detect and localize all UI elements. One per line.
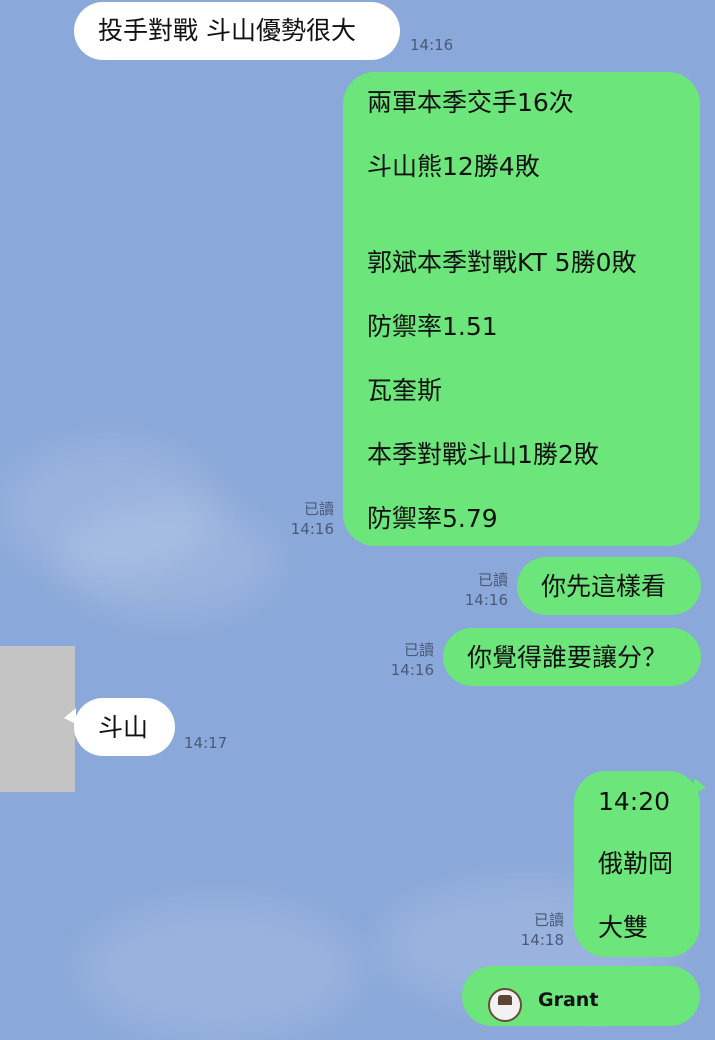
- read-receipt: 已讀: [303, 500, 334, 518]
- bubble-tail: [64, 708, 76, 724]
- read-receipt: 已讀: [477, 571, 508, 589]
- message-time: 14:16: [464, 591, 508, 609]
- contact-avatar-icon: [488, 988, 522, 1022]
- outgoing-message-bubble[interactable]: 14:20 俄勒岡 大雙: [574, 771, 700, 957]
- message-time: 14:16: [390, 661, 434, 679]
- outgoing-message-bubble[interactable]: 你覺得誰要讓分？: [443, 628, 701, 686]
- message-text: 投手對戰 斗山優勢很大: [98, 16, 356, 45]
- message-line: 大雙: [598, 913, 649, 942]
- message-text: 斗山: [98, 713, 149, 742]
- outgoing-message-bubble[interactable]: 兩軍本季交手16次 斗山熊12勝4敗 郭斌本季對戰KT 5勝0敗 防禦率1.51…: [343, 72, 700, 546]
- message-line: 本季對戰斗山1勝2敗: [367, 440, 599, 469]
- message-line: 兩軍本季交手16次: [367, 88, 574, 117]
- contact-name: Grant: [538, 989, 599, 1011]
- message-time: 14:18: [520, 931, 564, 949]
- bubble-tail: [694, 778, 706, 794]
- incoming-message-bubble[interactable]: 投手對戰 斗山優勢很大: [74, 2, 400, 60]
- message-time: 14:17: [184, 734, 228, 752]
- message-text: 你先這樣看: [541, 572, 667, 601]
- message-line: 瓦奎斯: [367, 376, 443, 405]
- message-text: 你覺得誰要讓分？: [467, 643, 668, 672]
- message-line: 防禦率1.51: [367, 312, 498, 341]
- incoming-message-bubble[interactable]: 斗山: [74, 698, 175, 756]
- message-line: 斗山熊12勝4敗: [367, 152, 540, 181]
- message-line: 14:20: [598, 787, 671, 816]
- outgoing-message-bubble[interactable]: 你先這樣看: [517, 557, 701, 615]
- shared-contact-bubble[interactable]: Grant: [462, 966, 700, 1026]
- read-receipt: 已讀: [533, 911, 564, 929]
- message-line: 防禦率5.79: [367, 504, 498, 533]
- message-line: 俄勒岡: [598, 849, 674, 878]
- message-line: 郭斌本季對戰KT 5勝0敗: [367, 248, 637, 277]
- message-time: 14:16: [290, 520, 334, 538]
- read-receipt: 已讀: [403, 641, 434, 659]
- message-time: 14:16: [410, 36, 454, 54]
